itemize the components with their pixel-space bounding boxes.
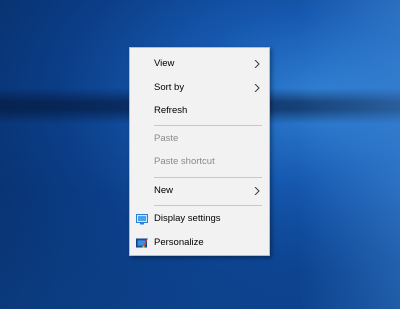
menu-item-label: Display settings: [154, 213, 221, 224]
personalize-icon: [136, 238, 148, 248]
chevron-right-icon: [254, 187, 260, 195]
chevron-right-icon: [254, 60, 260, 68]
menu-item-label: Paste: [154, 133, 179, 144]
menu-item-label: View: [154, 58, 175, 69]
menu-item-view[interactable]: View: [130, 53, 269, 75]
display-settings-icon: [136, 214, 148, 225]
menu-item-label: New: [154, 185, 174, 196]
menu-separator: [154, 125, 262, 126]
menu-item-new[interactable]: New: [130, 180, 269, 202]
chevron-right-icon: [254, 84, 260, 92]
menu-item-label: Paste shortcut: [154, 156, 215, 167]
menu-item-paste-shortcut: Paste shortcut: [130, 151, 269, 173]
menu-item-display-settings[interactable]: Display settings: [130, 208, 269, 230]
menu-item-refresh[interactable]: Refresh: [130, 100, 269, 122]
menu-item-label: Refresh: [154, 105, 188, 116]
menu-item-personalize[interactable]: Personalize: [130, 232, 269, 254]
menu-item-paste: Paste: [130, 128, 269, 150]
menu-separator: [154, 177, 262, 178]
menu-item-label: Personalize: [154, 237, 204, 248]
menu-item-label: Sort by: [154, 82, 185, 93]
menu-separator: [154, 205, 262, 206]
desktop-context-menu: View Sort by Refresh Paste Paste shortcu…: [129, 47, 270, 256]
menu-item-sort-by[interactable]: Sort by: [130, 77, 269, 99]
